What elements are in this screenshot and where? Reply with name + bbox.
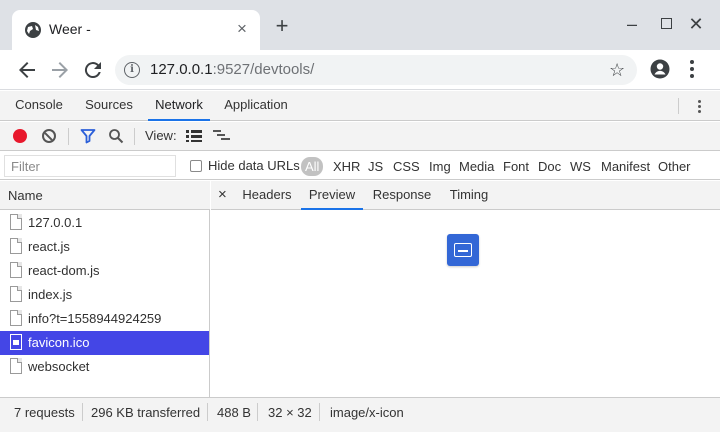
type-filter-img[interactable]: Img — [429, 157, 451, 176]
profile-icon[interactable] — [650, 59, 670, 79]
request-row[interactable]: websocket — [0, 355, 209, 379]
tab-divider — [678, 98, 679, 114]
image-size: 488 B — [217, 405, 251, 420]
url-path: :9527/devtools/ — [212, 61, 315, 78]
document-icon — [10, 238, 22, 254]
large-rows-icon[interactable] — [186, 129, 202, 143]
address-bar[interactable]: i 127.0.0.1:9527/devtools/ ☆ — [115, 55, 637, 85]
tab-sources[interactable]: Sources — [78, 91, 140, 121]
record-icon[interactable] — [13, 129, 27, 143]
waterfall-icon[interactable] — [213, 129, 231, 143]
toolbar-divider — [134, 128, 135, 145]
type-filter-js[interactable]: JS — [368, 157, 383, 176]
hide-data-urls-label[interactable]: Hide data URLs — [208, 158, 300, 173]
request-row[interactable]: index.js — [0, 283, 209, 307]
globe-icon — [25, 22, 41, 38]
search-icon[interactable] — [108, 128, 124, 144]
name-column-header[interactable]: Name — [0, 181, 210, 210]
bottom-edge — [0, 426, 720, 432]
devtools-tabbar: Console Sources Network Application — [0, 91, 720, 121]
close-window-button[interactable]: ✕ — [685, 13, 707, 35]
type-filter-ws[interactable]: WS — [570, 157, 591, 176]
image-icon — [10, 334, 22, 350]
request-name: info?t=1558944924259 — [28, 311, 162, 326]
image-mime-type: image/x-icon — [330, 405, 404, 420]
maximize-button[interactable] — [655, 13, 677, 35]
url-text[interactable]: 127.0.0.1:9527/devtools/ — [150, 61, 314, 78]
close-detail-icon[interactable]: × — [218, 186, 227, 203]
request-detail: × Headers Preview Response Timing — [211, 181, 720, 397]
toolbar-divider — [68, 128, 69, 145]
document-icon — [10, 358, 22, 374]
request-row[interactable]: react-dom.js — [0, 259, 209, 283]
tab-title: Weer - — [49, 21, 91, 37]
transferred-size: 296 KB transferred — [91, 405, 201, 420]
filter-bar: Hide data URLs All XHR JS CSS Img Media … — [0, 152, 720, 180]
status-bar: 7 requests 296 KB transferred 488 B 32 ×… — [0, 397, 720, 426]
tab-close-icon[interactable]: × — [234, 18, 250, 40]
document-icon — [10, 214, 22, 230]
tab-preview[interactable]: Preview — [301, 181, 363, 210]
request-name: websocket — [28, 359, 90, 374]
request-row[interactable]: react.js — [0, 235, 209, 259]
forward-arrow-icon[interactable] — [48, 58, 72, 82]
tab-network[interactable]: Network — [148, 91, 210, 121]
request-name: 127.0.0.1 — [28, 215, 83, 230]
new-tab-button[interactable]: + — [270, 15, 294, 39]
detail-tabbar: × Headers Preview Response Timing — [211, 181, 720, 210]
request-name: favicon.ico — [28, 335, 90, 350]
favicon-preview-image — [447, 234, 479, 266]
request-row[interactable]: info?t=1558944924259 — [0, 307, 209, 331]
back-arrow-icon[interactable] — [15, 58, 39, 82]
request-name: react.js — [28, 239, 70, 254]
filter-icon[interactable] — [80, 128, 96, 144]
image-dimensions: 32 × 32 — [268, 405, 312, 420]
tab-response[interactable]: Response — [369, 181, 435, 210]
document-icon — [10, 286, 22, 302]
request-name: react-dom.js — [28, 263, 100, 278]
document-icon — [10, 262, 22, 278]
tab-console[interactable]: Console — [8, 91, 70, 121]
name-column-label: Name — [8, 188, 43, 203]
filter-input[interactable] — [4, 155, 176, 177]
network-toolbar: View: — [0, 122, 720, 151]
browser-tab[interactable]: Weer - × — [12, 10, 260, 50]
hide-data-urls-checkbox[interactable] — [190, 160, 202, 172]
url-host: 127.0.0.1 — [150, 61, 213, 78]
more-icon[interactable] — [685, 57, 699, 83]
type-filter-css[interactable]: CSS — [393, 157, 420, 176]
request-row[interactable]: 127.0.0.1 — [0, 211, 209, 235]
type-filter-all[interactable]: All — [301, 157, 324, 176]
title-bar: Weer - × + – ✕ — [0, 0, 720, 50]
type-filter-xhr[interactable]: XHR — [333, 157, 360, 176]
tab-application[interactable]: Application — [218, 91, 294, 121]
view-label: View: — [145, 128, 177, 143]
info-icon[interactable]: i — [124, 62, 140, 78]
request-list: Name 127.0.0.1 react.js react-dom.js ind… — [0, 181, 210, 397]
minimize-button[interactable]: – — [621, 13, 643, 35]
star-icon[interactable]: ☆ — [609, 58, 625, 82]
type-filter-font[interactable]: Font — [503, 157, 529, 176]
request-row-selected[interactable]: favicon.ico — [0, 331, 209, 355]
devtools-menu-icon[interactable] — [696, 98, 702, 116]
type-filter-other[interactable]: Other — [658, 157, 691, 176]
tab-headers[interactable]: Headers — [238, 181, 296, 210]
type-filter-doc[interactable]: Doc — [538, 157, 561, 176]
type-filter-manifest[interactable]: Manifest — [601, 157, 650, 176]
request-name: index.js — [28, 287, 73, 302]
request-count: 7 requests — [14, 405, 75, 420]
maximize-icon — [660, 18, 672, 29]
type-filter-media[interactable]: Media — [459, 157, 494, 176]
document-icon — [10, 310, 22, 326]
tab-timing[interactable]: Timing — [443, 181, 495, 210]
address-toolbar: i 127.0.0.1:9527/devtools/ ☆ — [0, 50, 720, 90]
clear-icon[interactable] — [42, 129, 56, 143]
reload-icon[interactable] — [81, 58, 105, 82]
